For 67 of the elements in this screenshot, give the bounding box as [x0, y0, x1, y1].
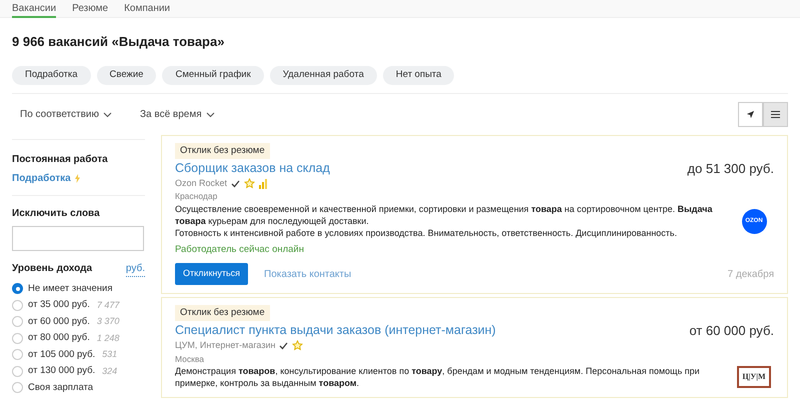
city: Москва	[175, 352, 206, 366]
section-title: Постоянная работа	[12, 152, 109, 166]
option-count: 3 370	[96, 315, 120, 328]
vacancy-description: Осуществление своевременной и качественной приемки, сортировки и размещения товара на сортировочном центре. Выдача товара курьерам для последующей доставки.	[175, 203, 714, 227]
results-heading: 9 966 вакансий «Выдача товара»	[12, 33, 226, 51]
currency-link[interactable]: руб.	[126, 260, 145, 276]
radio-button[interactable]	[12, 300, 23, 311]
nav-tab[interactable]: Вакансии	[12, 0, 56, 18]
radio-button[interactable]	[12, 382, 23, 394]
radio-button[interactable]	[12, 332, 23, 344]
radio-button[interactable]	[12, 283, 23, 294]
nav-tab[interactable]: Компании	[124, 0, 170, 18]
employer-online-status: Работодатель сейчас онлайн	[175, 243, 305, 257]
income-option[interactable]: от 130 000 руб. 324	[12, 363, 145, 380]
chevron-icon	[103, 112, 112, 118]
nav-tab[interactable]: Резюме	[72, 0, 108, 18]
company-name: ЦУМ, Интернет-магазин	[175, 339, 276, 352]
income-option[interactable]: от 60 000 руб. 3 370	[12, 314, 145, 330]
menu-icon	[771, 111, 780, 118]
sort-dropdown[interactable]: По соответствию	[20, 107, 112, 122]
salary: до 51 300 руб.	[687, 160, 774, 176]
income-option[interactable]: от 105 000 руб. 531	[12, 346, 145, 363]
income-option[interactable]: от 35 000 руб. 7 477	[12, 297, 145, 314]
option-count: 7 477	[96, 298, 120, 312]
filter-chip[interactable]: Подработка	[12, 66, 91, 84]
lightning-icon	[74, 174, 80, 182]
company-name: Ozon Rocket	[175, 176, 228, 190]
section-title: Исключить слова	[12, 206, 101, 220]
location-arrow-icon	[746, 110, 755, 119]
vacancy-title-link[interactable]: Специалист пункта выдачи заказов (интернет-магазин)	[175, 323, 496, 338]
list-view-button[interactable]	[763, 102, 788, 127]
option-label: от 60 000 руб.	[28, 314, 90, 329]
city: Краснодар	[175, 190, 218, 203]
chevron-icon	[206, 112, 215, 118]
no-resume-badge: Отклик без резюме	[175, 304, 270, 321]
section-title: Уровень дохода	[12, 262, 92, 276]
radio-button[interactable]	[12, 316, 23, 328]
map-view-button[interactable]	[738, 102, 763, 127]
publication-date: 7 декабря	[728, 268, 774, 282]
vacancy-description: Готовность к интенсивной работе в условиях производства. Внимательность, ответственность. Дисциплинированность.	[175, 227, 678, 239]
income-option[interactable]: Не имеет значения	[12, 280, 145, 297]
option-label: от 35 000 руб.	[28, 298, 90, 312]
filter-chip[interactable]: Нет опыта	[382, 66, 454, 84]
respond-button[interactable]: Откликнуться	[175, 263, 248, 285]
radio-button[interactable]	[12, 349, 23, 360]
income-option[interactable]: Своя зарплата	[12, 380, 145, 396]
filter-chip[interactable]: Сменный график	[162, 66, 264, 84]
option-label: Не имеет значения	[28, 282, 112, 296]
vacancy-title-link[interactable]: Сборщик заказов на склад	[175, 160, 330, 176]
salary: от 60 000 руб.	[689, 323, 774, 338]
option-count: 1 248	[96, 332, 120, 344]
exclude-words-field[interactable]	[12, 226, 144, 250]
filter-chip[interactable]: Удаленная работа	[270, 66, 377, 84]
option-count: 531	[102, 348, 118, 361]
option-label: от 130 000 руб.	[28, 364, 96, 378]
option-count: 324	[102, 364, 118, 378]
part-time-link[interactable]: Подработка	[12, 170, 71, 186]
option-label: от 105 000 руб.	[28, 348, 96, 362]
radio-button[interactable]	[12, 366, 23, 377]
vacancy-description: Демонстрация товаров, консультирование клиентов по товару, брендам и модным тенденциям. Персональная помощь при примерке, контроль за выданным товаром.	[175, 365, 701, 390]
no-resume-badge: Отклик без резюме	[175, 142, 270, 159]
sort-dropdown[interactable]: За всё время	[140, 107, 215, 122]
income-option[interactable]: от 80 000 руб. 1 248	[12, 330, 145, 346]
option-label: Своя зарплата	[28, 380, 94, 395]
option-label: от 80 000 руб.	[28, 331, 90, 346]
filter-chip[interactable]: Свежие	[96, 66, 156, 84]
company-logo: Ц|У|М	[737, 366, 771, 388]
